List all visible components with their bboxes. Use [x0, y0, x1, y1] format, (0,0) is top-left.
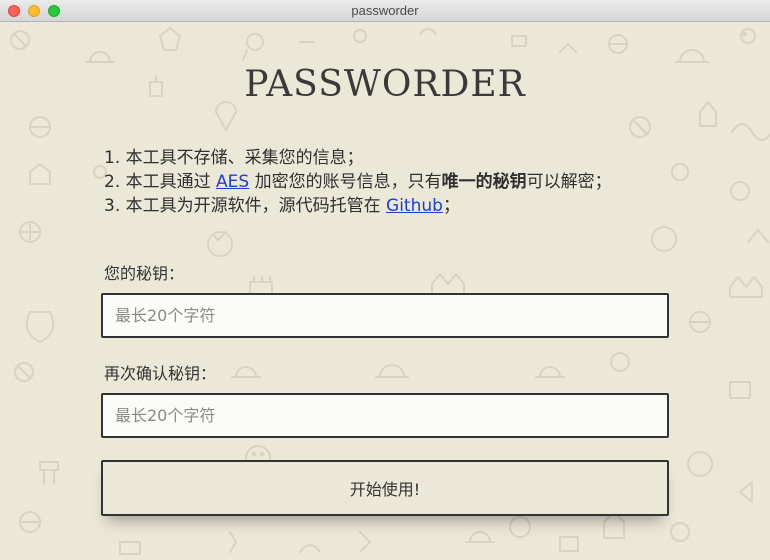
note-text: 加密您的账号信息，只有 [249, 172, 442, 192]
note-item: 3. 本工具为开源软件，源代码托管在 Github； [104, 194, 612, 218]
note-item: 2. 本工具通过 AES 加密您的账号信息，只有唯一的秘钥可以解密； [104, 170, 612, 194]
window-title: passworder [351, 3, 419, 18]
title-bar: passworder [0, 0, 770, 22]
aes-link[interactable]: AES [216, 172, 249, 192]
app-window: passworder PASSWORDER 1. 本工具不存储、采集您的信息； … [0, 0, 770, 560]
confirm-key-input[interactable] [101, 393, 669, 438]
confirm-key-label: 再次确认秘钥： [104, 364, 217, 383]
notes-list: 1. 本工具不存储、采集您的信息； 2. 本工具通过 AES 加密您的账号信息，… [104, 146, 612, 218]
note-text: 2. 本工具通过 [104, 172, 217, 192]
note-bold-text: 唯一的秘钥 [441, 172, 527, 192]
main-content: PASSWORDER 1. 本工具不存储、采集您的信息； 2. 本工具通过 AE… [0, 22, 770, 560]
note-text: 1. 本工具不存储、采集您的信息； [104, 148, 364, 168]
app-title: PASSWORDER [244, 64, 526, 105]
note-text: ； [442, 196, 460, 216]
key-input[interactable] [101, 293, 669, 338]
key-label: 您的秘钥： [104, 264, 185, 283]
note-text: 可以解密； [526, 172, 612, 192]
note-text: 3. 本工具为开源软件，源代码托管在 [104, 196, 387, 216]
start-button[interactable]: 开始使用! [101, 460, 669, 516]
github-link[interactable]: Github [386, 196, 443, 216]
note-item: 1. 本工具不存储、采集您的信息； [104, 146, 612, 170]
